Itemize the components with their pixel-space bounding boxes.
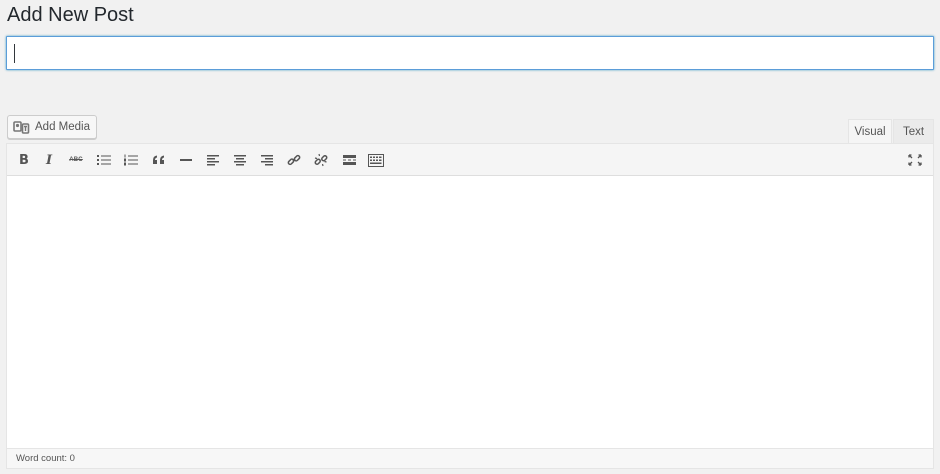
tab-visual[interactable]: Visual — [848, 119, 892, 144]
align-right-button[interactable] — [257, 149, 277, 171]
read-more-button[interactable] — [339, 149, 359, 171]
add-media-label: Add Media — [35, 121, 90, 133]
align-left-icon — [207, 155, 219, 166]
italic-button[interactable]: I — [39, 149, 59, 171]
fullscreen-button[interactable] — [905, 149, 925, 171]
bold-button[interactable]: B — [14, 149, 34, 171]
word-count: Word count: 0 — [16, 453, 75, 464]
horizontal-line-button[interactable] — [176, 149, 196, 171]
editor-status-bar: Word count: 0 — [7, 448, 933, 468]
post-editor: B I ABC Word count: 0 — [6, 143, 934, 469]
remove-link-button[interactable] — [311, 149, 331, 171]
post-title-input[interactable] — [6, 36, 934, 70]
align-center-button[interactable] — [230, 149, 250, 171]
media-camera-icon — [13, 120, 31, 134]
page-title: Add New Post — [7, 4, 134, 26]
horizontal-line-icon — [180, 159, 192, 161]
insert-link-button[interactable] — [284, 149, 304, 171]
align-center-icon — [234, 155, 246, 166]
bulleted-list-icon — [97, 155, 111, 165]
align-left-button[interactable] — [203, 149, 223, 171]
strikethrough-button[interactable]: ABC — [66, 149, 86, 171]
keyboard-icon — [368, 153, 384, 167]
unlink-icon — [314, 153, 328, 167]
editor-content-area[interactable] — [7, 177, 933, 448]
numbered-list-button[interactable] — [121, 149, 141, 171]
strikethrough-icon: ABC — [69, 157, 83, 163]
blockquote-button[interactable] — [149, 149, 169, 171]
toolbar-toggle-button[interactable] — [366, 149, 386, 171]
link-icon — [287, 154, 301, 166]
add-media-button[interactable]: Add Media — [7, 115, 97, 139]
quote-icon — [153, 155, 164, 164]
read-more-icon — [342, 155, 356, 165]
editor-toolbar: B I ABC — [7, 144, 933, 176]
bulleted-list-button[interactable] — [94, 149, 114, 171]
align-right-icon — [261, 155, 273, 166]
tab-text[interactable]: Text — [893, 119, 934, 144]
text-caret — [14, 44, 15, 63]
fullscreen-icon — [908, 154, 922, 166]
numbered-list-icon — [124, 154, 138, 166]
